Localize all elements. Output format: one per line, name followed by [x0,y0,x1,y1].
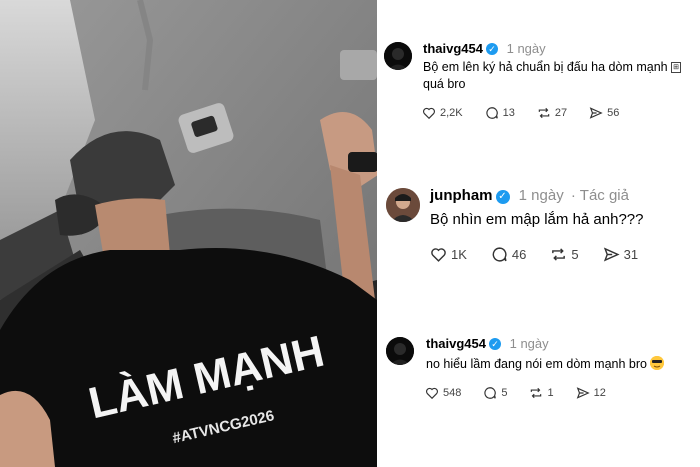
timestamp: 1 ngày [506,41,546,56]
share-button[interactable]: 12 [576,386,606,400]
unsupported-glyph-icon: ⊞ [671,62,681,73]
comment-text: Bộ nhìn em mập lắm hả anh??? [430,211,644,228]
cool-face-emoji-icon [650,356,665,370]
repost-count: 5 [571,247,579,262]
post-photo[interactable]: LÀM MẠNH #ATVNCG2026 [0,0,377,467]
comment-count: 5 [501,387,508,399]
comment-button[interactable]: 46 [491,246,526,263]
share-count: 56 [607,107,620,119]
share-button[interactable]: 56 [589,106,619,120]
comment-count: 13 [502,107,515,119]
timestamp: 1 ngày [518,187,564,204]
timestamp: 1 ngày [509,336,549,351]
author-tag: · Tác giả [570,187,629,204]
heart-icon [426,387,438,400]
username[interactable]: thaivg454 [423,41,483,56]
comment-button[interactable]: 5 [483,386,507,400]
verified-badge-icon: ✓ [485,43,498,55]
photo-illustration: LÀM MẠNH #ATVNCG2026 [0,0,377,467]
comment-bubble-icon [486,107,498,119]
avatar[interactable] [386,337,414,365]
repost-count: 1 [547,387,554,399]
like-count: 2,2K [440,107,463,119]
share-button[interactable]: 31 [603,246,638,263]
share-count: 31 [623,247,639,262]
comment-text: Bộ em lên ký hả chuẩn bị đấu ha dòm mạnh… [423,59,693,93]
repost-button[interactable]: 5 [550,246,579,263]
like-button[interactable]: 2,2K [422,106,463,120]
action-bar: 548 5 1 12 [425,386,628,400]
share-count: 12 [593,387,606,399]
like-count: 1K [451,247,467,262]
comment-text-tail: quá bro [423,76,466,91]
comment-header: junpham ✓ 1 ngày · Tác giả [430,187,629,204]
comment-text-main: no hiểu lầm đang nói em dòm mạnh bro [426,357,647,371]
action-bar: 2,2K 13 27 56 [422,106,641,120]
comment-button[interactable]: 13 [485,106,515,120]
send-icon [576,387,590,399]
send-icon [589,107,603,119]
repost-count: 27 [554,107,568,119]
repost-button[interactable]: 1 [529,386,554,400]
like-button[interactable]: 1K [430,246,467,263]
action-bar: 1K 46 5 31 [430,246,660,263]
username[interactable]: thaivg454 [426,336,486,351]
verified-badge-icon: ✓ [495,190,510,204]
comment-header: thaivg454 ✓ 1 ngày [423,41,546,56]
avatar[interactable] [386,188,420,222]
repost-icon [538,107,550,119]
heart-icon [423,107,435,120]
comment-text: no hiểu lầm đang nói em dòm mạnh bro [426,356,696,373]
like-count: 548 [443,387,462,399]
like-button[interactable]: 548 [425,386,461,400]
comment-bubble-icon [484,387,497,399]
threads-comment-panel: thaivg454 ✓ 1 ngày Bộ em lên ký hả chuẩn … [378,0,700,467]
username[interactable]: junpham [430,187,493,204]
avatar[interactable] [384,42,412,70]
comment-text-main: Bộ em lên ký hả chuẩn bị đấu ha dòm mạnh [423,60,668,74]
send-icon [603,247,620,262]
comment-header: thaivg454 ✓ 1 ngày [426,336,549,351]
verified-badge-icon: ✓ [488,338,501,350]
repost-button[interactable]: 27 [537,106,567,120]
comment-bubble-icon [492,247,507,262]
heart-icon [431,248,446,262]
comment-count: 46 [511,247,527,262]
repost-icon [531,387,542,399]
repost-icon [552,248,566,261]
